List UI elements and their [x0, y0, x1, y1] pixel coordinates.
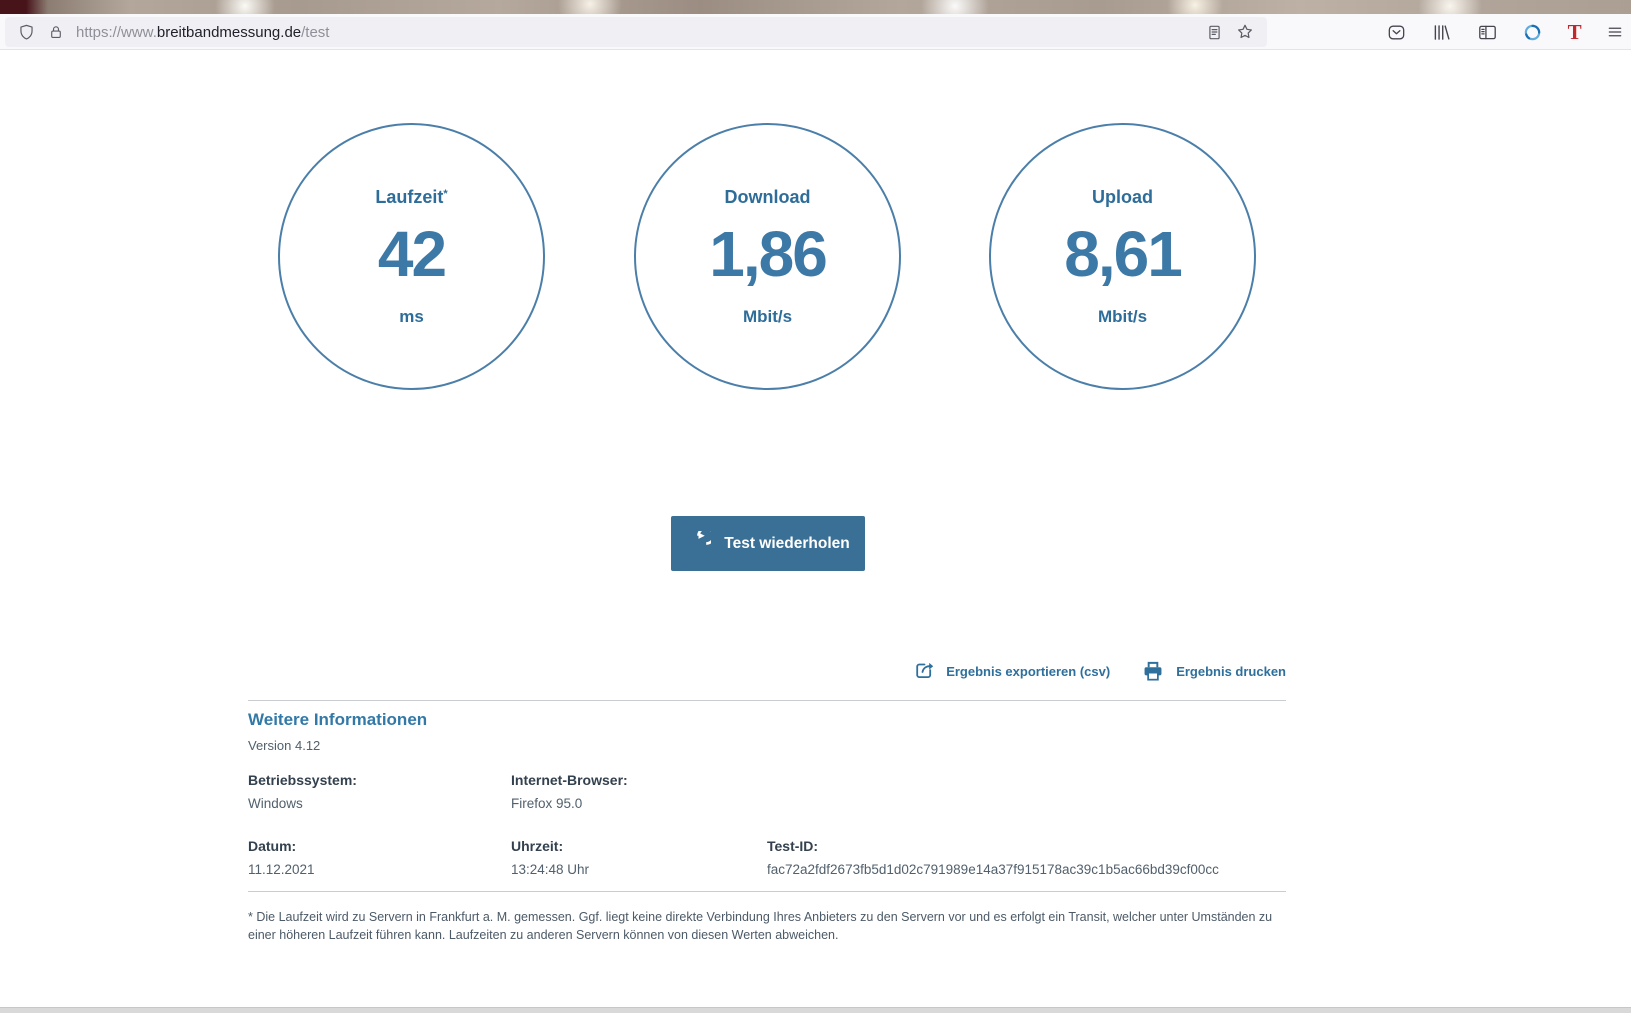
field-uhrzeit: Uhrzeit: 13:24:48 Uhr — [511, 838, 767, 877]
url-path: /test — [301, 24, 329, 41]
blurred-desktop-strip — [0, 0, 1631, 14]
info-version: Version 4.12 — [248, 738, 320, 753]
field-value: 13:24:48 Uhr — [511, 862, 767, 877]
upload-label: Upload — [1092, 188, 1153, 206]
repeat-test-label: Test wiederholen — [724, 535, 849, 553]
field-label: Uhrzeit: — [511, 838, 767, 854]
bookmark-star-icon[interactable] — [1235, 22, 1255, 42]
info-row-test: Datum: 11.12.2021 Uhrzeit: 13:24:48 Uhr … — [248, 838, 1219, 877]
url-text[interactable]: https://www.breitbandmessung.de/test — [76, 24, 329, 41]
info-heading: Weitere Informationen — [248, 710, 427, 730]
field-label: Betriebssystem: — [248, 772, 511, 788]
upload-value: 8,61 — [1064, 222, 1181, 286]
reader-view-icon[interactable] — [1205, 23, 1224, 42]
field-test-id: Test-ID: fac72a2fdf2673fb5d1d02c791989e1… — [767, 838, 1219, 877]
bottom-edge-strip — [0, 1007, 1631, 1013]
field-betriebssystem: Betriebssystem: Windows — [248, 772, 511, 811]
divider-top — [248, 700, 1286, 701]
url-domain: breitbandmessung.de — [157, 24, 301, 41]
divider-bottom — [248, 891, 1286, 892]
latency-result-circle: Laufzeit* 42 ms — [278, 123, 545, 390]
upload-unit: Mbit/s — [1098, 308, 1147, 325]
footnote-marker: * — [443, 188, 447, 200]
lock-icon[interactable] — [47, 23, 65, 41]
field-value: 11.12.2021 — [248, 862, 511, 877]
latency-label: Laufzeit* — [375, 188, 447, 206]
toolbar-right-icons: T — [1386, 14, 1624, 50]
print-result-link[interactable]: Ergebnis drucken — [1140, 658, 1286, 684]
pocket-icon[interactable] — [1386, 22, 1407, 43]
export-icon — [912, 659, 936, 683]
print-result-label: Ergebnis drucken — [1176, 664, 1286, 679]
browser-window: https://www.breitbandmessung.de/test — [0, 0, 1631, 1013]
latency-footnote: * Die Laufzeit wird zu Servern in Frankf… — [248, 908, 1280, 944]
field-datum: Datum: 11.12.2021 — [248, 838, 511, 877]
download-unit: Mbit/s — [743, 308, 792, 325]
speedtest-results-page: Laufzeit* 42 ms Download 1,86 Mbit/s Upl… — [0, 50, 1631, 1013]
browser-toolbar: https://www.breitbandmessung.de/test — [0, 14, 1631, 50]
sidebar-icon[interactable] — [1477, 22, 1498, 43]
library-icon[interactable] — [1431, 22, 1452, 43]
latency-value: 42 — [378, 222, 445, 286]
extension-circle-icon[interactable] — [1522, 22, 1543, 43]
upload-result-circle: Upload 8,61 Mbit/s — [989, 123, 1256, 390]
field-label: Test-ID: — [767, 838, 1219, 854]
repeat-test-button[interactable]: Test wiederholen — [671, 516, 865, 571]
field-value: Windows — [248, 796, 511, 811]
field-label: Internet-Browser: — [511, 772, 767, 788]
download-result-circle: Download 1,86 Mbit/s — [634, 123, 901, 390]
field-value: fac72a2fdf2673fb5d1d02c791989e14a37f9151… — [767, 862, 1219, 877]
menu-icon[interactable] — [1606, 23, 1624, 41]
export-csv-link[interactable]: Ergebnis exportieren (csv) — [912, 659, 1110, 683]
download-label: Download — [725, 188, 811, 206]
field-label: Datum: — [248, 838, 511, 854]
printer-icon — [1140, 658, 1166, 684]
field-internet-browser: Internet-Browser: Firefox 95.0 — [511, 772, 767, 811]
export-csv-label: Ergebnis exportieren (csv) — [946, 664, 1110, 679]
download-value: 1,86 — [709, 222, 826, 286]
refresh-icon — [686, 531, 711, 556]
shield-icon[interactable] — [17, 23, 36, 42]
extension-t-icon[interactable]: T — [1568, 22, 1582, 43]
info-row-system: Betriebssystem: Windows Internet-Browser… — [248, 772, 767, 811]
field-value: Firefox 95.0 — [511, 796, 767, 811]
url-bar[interactable]: https://www.breitbandmessung.de/test — [5, 17, 1267, 47]
url-prefix: https://www. — [76, 24, 157, 41]
latency-unit: ms — [399, 308, 424, 325]
result-actions-row: Ergebnis exportieren (csv) Ergebnis druc… — [248, 658, 1286, 684]
